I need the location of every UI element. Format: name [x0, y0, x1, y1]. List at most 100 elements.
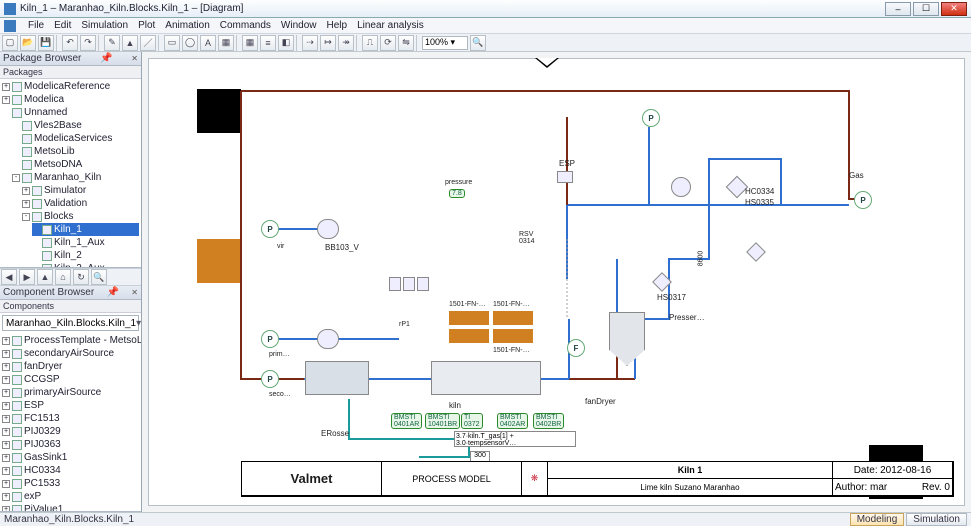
tree-row[interactable]: Kiln_2: [32, 249, 139, 262]
pin-icon[interactable]: 📌: [100, 53, 112, 64]
expander-icon[interactable]: +: [22, 200, 30, 208]
menu-plot[interactable]: Plot: [138, 20, 155, 31]
menu-help[interactable]: Help: [326, 20, 347, 31]
expander-icon[interactable]: +: [2, 493, 10, 501]
component-path-combo[interactable]: Maranhao_Kiln.Blocks.Kiln_1 ▾: [2, 315, 139, 331]
tool-new-icon[interactable]: ▢: [2, 35, 18, 51]
menu-animation[interactable]: Animation: [165, 20, 209, 31]
maximize-button[interactable]: ☐: [913, 2, 939, 16]
tool-rotate-icon[interactable]: ⟳: [380, 35, 396, 51]
menu-commands[interactable]: Commands: [220, 20, 271, 31]
tree-row[interactable]: +ProcessTemplate - MetsoLib.Comm…: [2, 334, 139, 347]
tree-row[interactable]: +Simulator: [22, 184, 139, 197]
mt-up-icon[interactable]: ▲: [37, 269, 53, 285]
tree-row[interactable]: +ModelicaReference: [2, 80, 139, 93]
package-browser-header[interactable]: Package Browser 📌 ✕: [0, 52, 141, 66]
tool-route2-icon[interactable]: ↦: [320, 35, 336, 51]
port-p[interactable]: P: [854, 191, 872, 209]
fan-node[interactable]: [671, 177, 691, 197]
tree-row[interactable]: +exP: [2, 490, 139, 503]
diagram-canvas[interactable]: P P P P P F 3.7·kiln.T_ga: [148, 58, 965, 506]
close-button[interactable]: ✕: [941, 2, 967, 16]
tree-row[interactable]: Kiln_1: [32, 223, 139, 236]
tree-row[interactable]: ModelicaServices: [12, 132, 139, 145]
burner-box[interactable]: [305, 361, 369, 395]
expander-icon[interactable]: +: [2, 83, 10, 91]
tree-row[interactable]: MetsoLib: [12, 145, 139, 158]
mode-tab-simulation[interactable]: Simulation: [906, 513, 967, 526]
expander-icon[interactable]: +: [2, 350, 10, 358]
port-p[interactable]: P: [261, 330, 279, 348]
tool-undo-icon[interactable]: ↶: [62, 35, 78, 51]
pin-icon[interactable]: 📌: [107, 287, 119, 298]
tool-grid-icon[interactable]: ▦: [242, 35, 258, 51]
zoom-combo[interactable]: 100% ▾: [422, 36, 468, 50]
tree-row[interactable]: +primaryAirSource: [2, 386, 139, 399]
port-p[interactable]: P: [642, 109, 660, 127]
tree-row[interactable]: +Modelica: [2, 93, 139, 106]
mt-home-icon[interactable]: ⌂: [55, 269, 71, 285]
tree-row[interactable]: +PiValue1: [2, 503, 139, 512]
tool-pointer-icon[interactable]: ▲: [122, 35, 138, 51]
mt-find-icon[interactable]: 🔍: [91, 269, 107, 285]
tree-row[interactable]: -Blocks: [22, 210, 139, 223]
minimize-button[interactable]: –: [885, 2, 911, 16]
port-p[interactable]: P: [261, 220, 279, 238]
tool-redo-icon[interactable]: ↷: [80, 35, 96, 51]
expander-icon[interactable]: +: [2, 337, 10, 345]
tree-row[interactable]: +PC1533: [2, 477, 139, 490]
component-browser[interactable]: Components Maranhao_Kiln.Blocks.Kiln_1 ▾…: [0, 300, 141, 512]
expander-icon[interactable]: +: [2, 467, 10, 475]
mixer-node[interactable]: [417, 277, 429, 291]
tree-row[interactable]: Kiln_1_Aux: [32, 236, 139, 249]
tool-layer-icon[interactable]: ◧: [278, 35, 294, 51]
tree-row[interactable]: Unnamed: [2, 106, 139, 119]
expander-icon[interactable]: +: [2, 480, 10, 488]
tool-zoom-icon[interactable]: 🔍: [470, 35, 486, 51]
expander-icon[interactable]: +: [2, 454, 10, 462]
tree-row[interactable]: +FC1513: [2, 412, 139, 425]
expression-box[interactable]: 3.7·kiln.T_gas[1] + 3.0·tempsensorV…: [454, 431, 576, 447]
menu-linear-analysis[interactable]: Linear analysis: [357, 20, 424, 31]
expander-icon[interactable]: +: [2, 415, 10, 423]
expander-icon[interactable]: +: [2, 389, 10, 397]
expander-icon[interactable]: +: [22, 187, 30, 195]
mt-fwd-icon[interactable]: ▶: [19, 269, 35, 285]
tree-row[interactable]: MetsoDNA: [12, 158, 139, 171]
chevron-down-icon[interactable]: ▾: [136, 318, 141, 329]
pump-node[interactable]: [317, 329, 339, 349]
tool-save-icon[interactable]: 💾: [38, 35, 54, 51]
tool-route1-icon[interactable]: ⇢: [302, 35, 318, 51]
mixer-node[interactable]: [389, 277, 401, 291]
tool-rect-icon[interactable]: ▭: [164, 35, 180, 51]
tree-row[interactable]: +ESP: [2, 399, 139, 412]
mt-back-icon[interactable]: ◀: [1, 269, 17, 285]
panel-close-icon[interactable]: ✕: [131, 54, 138, 63]
menu-window[interactable]: Window: [281, 20, 317, 31]
expander-icon[interactable]: -: [22, 213, 30, 221]
tree-row[interactable]: +secondaryAirSource: [2, 347, 139, 360]
tool-fill-icon[interactable]: ▦: [218, 35, 234, 51]
mode-tab-modeling[interactable]: Modeling: [850, 513, 905, 526]
mixer-node[interactable]: [403, 277, 415, 291]
kiln-body[interactable]: [431, 361, 541, 395]
tree-row[interactable]: +fanDryer: [2, 360, 139, 373]
tool-text-icon[interactable]: A: [200, 35, 216, 51]
tool-open-icon[interactable]: 📂: [20, 35, 36, 51]
port-f[interactable]: F: [567, 339, 585, 357]
port-p[interactable]: P: [261, 370, 279, 388]
panel-close-icon[interactable]: ✕: [131, 288, 138, 297]
tree-row[interactable]: +CCGSP: [2, 373, 139, 386]
tool-connector-icon[interactable]: ⎍: [362, 35, 378, 51]
tree-row[interactable]: +Validation: [22, 197, 139, 210]
expander-icon[interactable]: +: [2, 441, 10, 449]
expander-icon[interactable]: -: [12, 174, 20, 182]
menu-file[interactable]: File: [28, 20, 44, 31]
mt-refresh-icon[interactable]: ↻: [73, 269, 89, 285]
tree-row[interactable]: +GasSink1: [2, 451, 139, 464]
tool-wand-icon[interactable]: ✎: [104, 35, 120, 51]
tree-row[interactable]: -Maranhao_Kiln: [12, 171, 139, 184]
tool-circle-icon[interactable]: ◯: [182, 35, 198, 51]
package-browser[interactable]: Packages +ModelicaReference+ModelicaUnna…: [0, 66, 141, 268]
component-browser-header[interactable]: Component Browser 📌 ✕: [0, 286, 141, 300]
